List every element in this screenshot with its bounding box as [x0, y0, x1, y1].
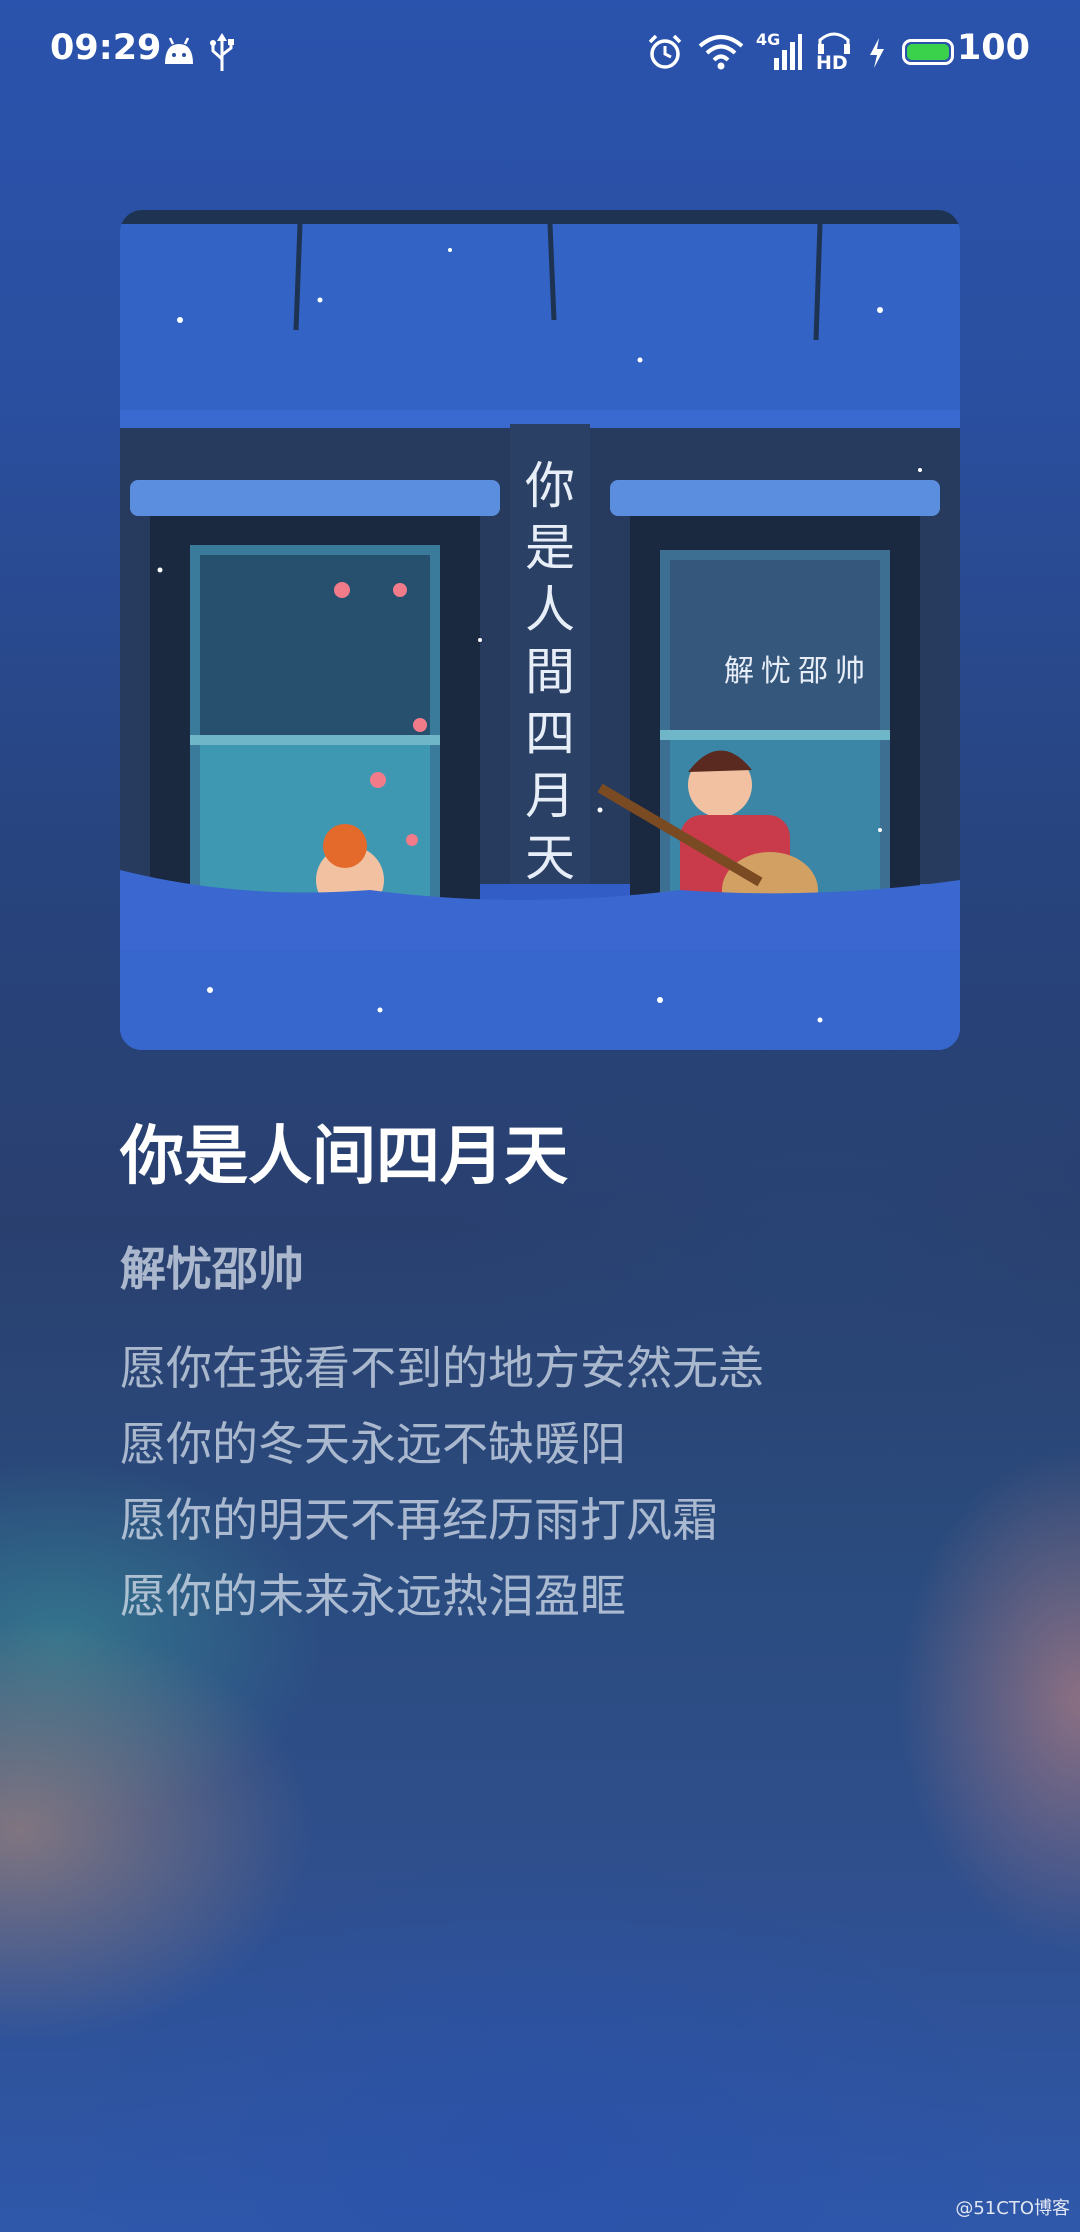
hd-label: HD [816, 52, 848, 74]
alarm-icon [648, 34, 682, 69]
watermark: @51CTO博客 [955, 2198, 1070, 2219]
status-time: 09:29 [50, 28, 162, 68]
charging-icon [870, 38, 884, 68]
cover-vertical-title: 你是人間四月天 [525, 457, 575, 887]
usb-icon [210, 33, 234, 71]
lyrics-block: 愿你在我看不到的地方安然无恙 愿你的冬天永远不缺暖阳 愿你的明天不再经历雨打风霜… [120, 1330, 764, 1634]
lyric-line: 愿你的明天不再经历雨打风霜 [120, 1493, 718, 1547]
artist-name[interactable]: 解忧邵帅 [120, 1233, 304, 1299]
battery-icon [902, 39, 954, 65]
battery-fill [907, 44, 949, 60]
lyric-line: 愿你的未来永远热泪盈眶 [120, 1569, 626, 1623]
network-type-label: 4G [756, 30, 781, 49]
android-icon [165, 37, 193, 64]
lyric-line: 愿你在我看不到的地方安然无恙 [120, 1341, 764, 1395]
lyric-line: 愿你的冬天永远不缺暖阳 [120, 1417, 626, 1471]
battery-percent: 100 [956, 28, 1030, 68]
wifi-icon [698, 35, 744, 70]
song-title: 你是人间四月天 [120, 1120, 568, 1194]
album-cover[interactable]: 你是人間四月天 解忧邵帅 [120, 210, 960, 1050]
cover-artist-text: 解忧邵帅 [724, 654, 872, 689]
status-bar: 09:29 4G HD 100 [0, 0, 1080, 108]
